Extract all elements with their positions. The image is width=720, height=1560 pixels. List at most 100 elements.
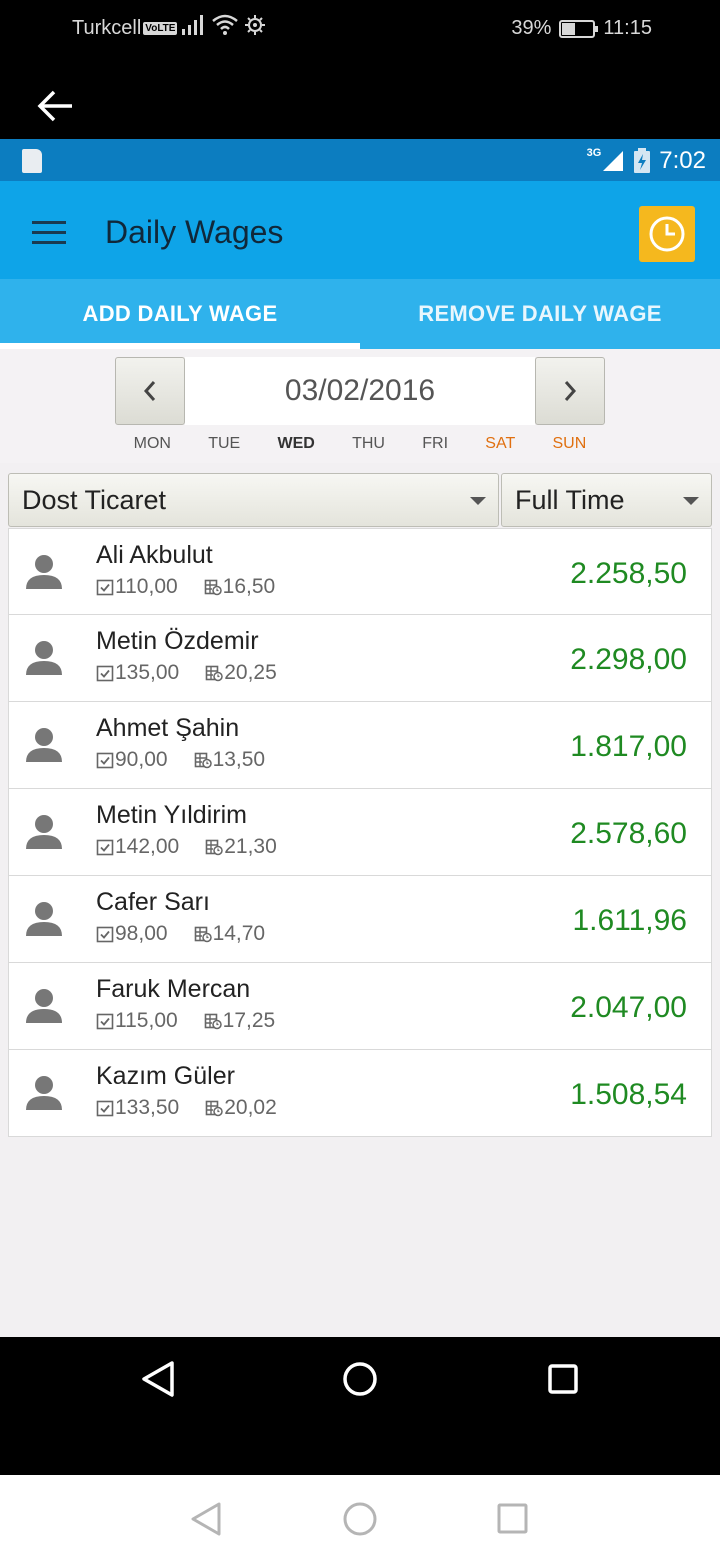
overtime-wage: 16,50 bbox=[222, 575, 276, 598]
overtime-table-icon bbox=[194, 752, 212, 769]
checkbox-calendar-icon bbox=[96, 1013, 114, 1030]
total-amount: 1.508,54 bbox=[570, 1078, 687, 1111]
outer-back-bar bbox=[0, 56, 720, 139]
clock-button[interactable] bbox=[639, 206, 695, 262]
overtime-wage: 20,25 bbox=[224, 661, 277, 684]
employee-row[interactable]: Ali Akbulut 110,00 16,50 2.258,50 bbox=[8, 528, 712, 615]
nav-home-icon[interactable] bbox=[341, 1359, 379, 1399]
overtime-table-icon bbox=[204, 1013, 222, 1030]
checkbox-calendar-icon bbox=[96, 926, 114, 943]
employee-rates: 90,00 13,50 bbox=[96, 748, 265, 772]
battery-charging-icon bbox=[634, 148, 651, 173]
day-sun[interactable]: SUN bbox=[552, 435, 586, 453]
clock-icon bbox=[649, 216, 685, 252]
total-amount: 1.817,00 bbox=[570, 730, 687, 763]
carrier-label: Turkcell VoLTE bbox=[72, 17, 178, 40]
wifi-icon bbox=[212, 14, 238, 35]
outer-nav-recents-icon[interactable] bbox=[494, 1499, 530, 1539]
person-icon bbox=[26, 641, 62, 675]
day-fri[interactable]: FRI bbox=[422, 435, 448, 453]
employee-row[interactable]: Metin Yıldirim 142,00 21,30 2.578,60 bbox=[8, 789, 712, 876]
overtime-table-icon bbox=[205, 1100, 223, 1117]
employee-row[interactable]: Ahmet Şahin 90,00 13,50 1.817,00 bbox=[8, 702, 712, 789]
overtime-wage: 13,50 bbox=[212, 748, 266, 771]
employee-rates: 133,50 20,02 bbox=[96, 1096, 277, 1120]
total-amount: 1.611,96 bbox=[572, 904, 687, 937]
gear-icon bbox=[245, 15, 265, 35]
person-icon bbox=[26, 902, 62, 936]
outer-clock: 11:15 bbox=[603, 17, 652, 39]
employee-row[interactable]: Metin Özdemir 135,00 20,25 2.298,00 bbox=[8, 615, 712, 702]
inner-status-bar: 3G 7:02 bbox=[0, 139, 720, 181]
employee-row[interactable]: Faruk Mercan 115,00 17,25 2.047,00 bbox=[8, 963, 712, 1050]
daily-wage: 135,00 bbox=[115, 661, 180, 684]
person-icon bbox=[26, 555, 62, 589]
employee-rates: 115,00 17,25 bbox=[96, 1009, 275, 1033]
checkbox-calendar-icon bbox=[96, 665, 114, 682]
menu-icon[interactable] bbox=[32, 221, 66, 245]
employee-name: Cafer Sarı bbox=[96, 888, 210, 916]
day-thu[interactable]: THU bbox=[352, 435, 385, 453]
back-arrow-icon[interactable] bbox=[36, 86, 76, 126]
outer-nav-home-icon[interactable] bbox=[341, 1499, 379, 1539]
employee-name: Metin Yıldirim bbox=[96, 801, 247, 829]
company-select-value: Dost Ticaret bbox=[22, 484, 167, 515]
inner-navigation-bar bbox=[0, 1337, 720, 1475]
daily-wage: 110,00 bbox=[115, 575, 178, 598]
signal-icon bbox=[182, 15, 203, 35]
nav-recents-icon[interactable] bbox=[545, 1359, 581, 1399]
employee-rates: 98,00 14,70 bbox=[96, 922, 265, 946]
weekday-selector: MON TUE WED THU FRI SAT SUN bbox=[115, 435, 605, 453]
date-field[interactable]: 03/02/2016 bbox=[185, 357, 535, 425]
total-amount: 2.578,60 bbox=[570, 817, 687, 850]
employee-name: Kazım Güler bbox=[96, 1062, 235, 1090]
battery-icon bbox=[559, 19, 599, 38]
outer-navigation-bar bbox=[0, 1475, 720, 1560]
checkbox-calendar-icon bbox=[96, 1100, 114, 1117]
company-select[interactable]: Dost Ticaret bbox=[8, 473, 499, 527]
overtime-wage: 21,30 bbox=[224, 835, 277, 858]
employee-rates: 110,00 16,50 bbox=[96, 575, 275, 599]
nav-back-icon[interactable] bbox=[140, 1359, 176, 1399]
person-icon bbox=[26, 989, 62, 1023]
person-icon bbox=[26, 1076, 62, 1110]
checkbox-calendar-icon bbox=[96, 579, 114, 596]
employee-row[interactable]: Kazım Güler 133,50 20,02 1.508,54 bbox=[8, 1050, 712, 1137]
daily-wage: 133,50 bbox=[115, 1096, 180, 1119]
total-amount: 2.258,50 bbox=[570, 557, 687, 590]
overtime-wage: 14,70 bbox=[212, 922, 266, 945]
employee-list: Ali Akbulut 110,00 16,50 2.258,50 Metin Özde… bbox=[8, 528, 712, 1137]
day-tue[interactable]: TUE bbox=[208, 435, 240, 453]
employee-name: Metin Özdemir bbox=[96, 627, 259, 655]
employee-name: Ahmet Şahin bbox=[96, 714, 240, 742]
outer-status-bar: Turkcell VoLTE 39% 11:15 bbox=[0, 0, 720, 56]
employee-row[interactable]: Cafer Sarı 98,00 14,70 1.611,96 bbox=[8, 876, 712, 963]
filter-bar: Dost Ticaret Full Time bbox=[8, 473, 712, 527]
day-wed[interactable]: WED bbox=[277, 435, 314, 453]
outer-nav-back-icon[interactable] bbox=[188, 1499, 224, 1539]
next-date-button[interactable] bbox=[535, 357, 605, 425]
page-title: Daily Wages bbox=[105, 214, 284, 250]
day-sat[interactable]: SAT bbox=[485, 435, 515, 453]
daily-wage: 142,00 bbox=[115, 835, 180, 858]
employment-type-select[interactable]: Full Time bbox=[501, 473, 712, 527]
employee-rates: 142,00 21,30 bbox=[96, 835, 277, 859]
overtime-table-icon bbox=[194, 926, 212, 943]
app-bar: Daily Wages bbox=[0, 181, 720, 279]
checkbox-calendar-icon bbox=[96, 752, 114, 769]
tab-remove-daily-wage[interactable]: REMOVE DAILY WAGE bbox=[360, 279, 720, 349]
checkbox-calendar-icon bbox=[96, 839, 114, 856]
chevron-left-icon bbox=[143, 381, 156, 401]
tab-add-daily-wage[interactable]: ADD DAILY WAGE bbox=[0, 279, 360, 349]
battery-percent: 39% bbox=[511, 17, 552, 39]
day-mon[interactable]: MON bbox=[134, 435, 171, 453]
employment-type-value: Full Time bbox=[515, 484, 625, 515]
overtime-wage: 17,25 bbox=[222, 1009, 276, 1032]
chevron-right-icon bbox=[564, 381, 577, 401]
previous-date-button[interactable] bbox=[115, 357, 185, 425]
caret-down-icon bbox=[683, 497, 699, 505]
overtime-table-icon bbox=[205, 665, 223, 682]
employee-rates: 135,00 20,25 bbox=[96, 661, 277, 685]
date-picker: 03/02/2016 MON TUE WED THU FRI SAT SUN bbox=[0, 349, 720, 463]
carrier-name: Turkcell bbox=[72, 17, 142, 39]
